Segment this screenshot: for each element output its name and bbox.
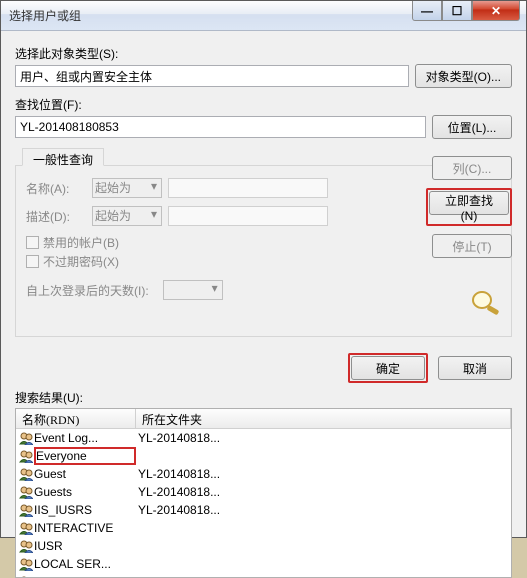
dialog-window: 选择用户或组 — ☐ ✕ 选择此对象类型(S): 对象类型(O)... 查找位置… [0,0,527,538]
disabled-accounts-label: 禁用的帐户(B) [43,234,119,251]
no-expire-label: 不过期密码(X) [43,253,119,270]
table-row[interactable]: NETWORK [16,573,511,578]
titlebar[interactable]: 选择用户或组 — ☐ ✕ [1,1,526,31]
object-type-input[interactable] [15,65,409,87]
search-icon [468,289,504,318]
table-row[interactable]: IUSR [16,537,511,555]
user-group-icon [18,557,34,571]
grid-body: Event Log...YL-20140818...EveryoneGuestY… [16,429,511,578]
object-type-label: 选择此对象类型(S): [15,45,512,62]
row-name: IIS_IUSRS [34,503,136,517]
row-folder: YL-20140818... [136,431,220,445]
user-group-icon [18,467,34,481]
last-logon-label: 自上次登录后的天数(I): [26,282,149,299]
name-mode-select[interactable]: 起始为 [92,178,162,198]
row-name: Everyone [34,447,136,465]
desc-label: 描述(D): [26,208,86,225]
results-label: 搜索结果(U): [15,389,512,406]
cancel-button[interactable]: 取消 [438,356,512,380]
find-now-button[interactable]: 立即查找(N) [429,191,509,215]
locations-button[interactable]: 位置(L)... [432,115,512,139]
table-row[interactable]: Event Log...YL-20140818... [16,429,511,447]
row-name: Event Log... [34,431,136,445]
table-row[interactable]: Everyone [16,447,511,465]
row-name: Guest [34,467,136,481]
table-row[interactable]: GuestsYL-20140818... [16,483,511,501]
header-name[interactable]: 名称(RDN) [16,409,136,428]
ok-highlight: 确定 [348,353,428,383]
row-name: INTERACTIVE [34,521,136,535]
object-types-button[interactable]: 对象类型(O)... [415,64,512,88]
row-name: LOCAL SER... [34,557,136,571]
no-expire-checkbox[interactable] [26,255,39,268]
location-input[interactable] [15,116,426,138]
maximize-button[interactable]: ☐ [442,1,472,21]
last-logon-select[interactable] [163,280,223,300]
row-folder: YL-20140818... [136,503,220,517]
row-name: Guests [34,485,136,499]
user-group-icon [18,521,34,535]
minimize-button[interactable]: — [412,1,442,21]
table-row[interactable]: LOCAL SER... [16,555,511,573]
user-group-icon [18,503,34,517]
user-group-icon [18,431,34,445]
location-label: 查找位置(F): [15,96,512,113]
grid-header[interactable]: 名称(RDN) 所在文件夹 [16,409,511,429]
disabled-accounts-checkbox[interactable] [26,236,39,249]
row-name: IUSR [34,539,136,553]
find-now-highlight: 立即查找(N) [426,188,512,226]
name-input[interactable] [168,178,328,198]
ok-button[interactable]: 确定 [351,356,425,380]
close-button[interactable]: ✕ [472,1,520,21]
table-row[interactable]: IIS_IUSRSYL-20140818... [16,501,511,519]
stop-button[interactable]: 停止(T) [432,234,512,258]
desc-mode-select[interactable]: 起始为 [92,206,162,226]
right-button-column: 列(C)... 立即查找(N) 停止(T) [426,156,512,258]
common-query-tab[interactable]: 一般性查询 [22,148,104,166]
header-folder[interactable]: 所在文件夹 [136,409,511,428]
desc-input[interactable] [168,206,328,226]
table-row[interactable]: GuestYL-20140818... [16,465,511,483]
row-folder: YL-20140818... [136,467,220,481]
window-controls: — ☐ ✕ [412,1,520,21]
content-area: 选择此对象类型(S): 对象类型(O)... 查找位置(F): 位置(L)...… [1,31,526,537]
user-group-icon [18,485,34,499]
row-folder: YL-20140818... [136,485,220,499]
user-group-icon [18,539,34,553]
window-title: 选择用户或组 [9,7,81,24]
results-grid: 名称(RDN) 所在文件夹 Event Log...YL-20140818...… [15,408,512,578]
name-label: 名称(A): [26,180,86,197]
columns-button[interactable]: 列(C)... [432,156,512,180]
table-row[interactable]: INTERACTIVE [16,519,511,537]
user-group-icon [18,449,34,463]
